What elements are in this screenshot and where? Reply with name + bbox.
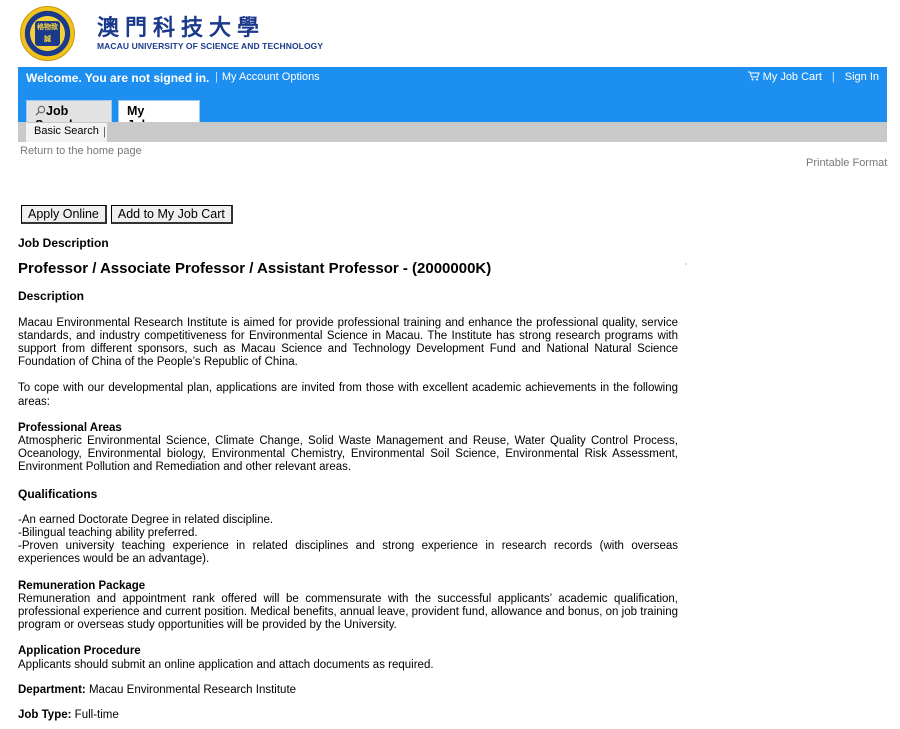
apply-online-button[interactable]: Apply Online: [21, 205, 107, 224]
university-logo[interactable]: 格物致誠 澳門科技大學 MACAU UNIVERSITY OF SCIENCE …: [20, 4, 323, 62]
subtab-basic-search[interactable]: Basic Search: [26, 123, 107, 142]
account-options-label: My Account Options: [221, 71, 320, 83]
job-cart-link[interactable]: My Job Cart: [747, 71, 822, 83]
welcome-message: Welcome. You are not signed in.: [26, 71, 210, 85]
tab-job-search[interactable]: Job Search: [26, 100, 112, 132]
divider: [685, 263, 687, 265]
return-home-link[interactable]: Return to the home page: [20, 145, 142, 157]
divider: |: [215, 71, 218, 83]
job-type-row: Job Type: Full-time: [18, 709, 678, 722]
qualification-item: -Bilingual teaching ability preferred.: [18, 527, 198, 540]
top-navigation-bar: Welcome. You are not signed in. | My Acco…: [18, 67, 887, 97]
remuneration-text: Remuneration and appointment rank offere…: [18, 592, 678, 632]
search-icon: [35, 105, 46, 116]
application-procedure-text: Applicants should submit an online appli…: [18, 658, 434, 671]
university-name-cn: 澳門科技大學: [97, 14, 266, 41]
university-name-en: MACAU UNIVERSITY OF SCIENCE AND TECHNOLO…: [97, 40, 324, 51]
printable-format-link[interactable]: Printable Format: [806, 157, 887, 169]
department-row: Department: Macau Environmental Research…: [18, 684, 678, 697]
tab-row: Job Search My Jobpage: [18, 97, 887, 132]
sign-in-link[interactable]: Sign In: [845, 71, 879, 83]
description-paragraph-2: To cope with our developmental plan, app…: [18, 382, 678, 408]
tab-my-jobpage[interactable]: My Jobpage: [118, 100, 200, 132]
job-details: Job Description Professor / Associate Pr…: [18, 236, 678, 722]
divider: |: [831, 71, 835, 83]
action-buttons: Apply Online Add to My Job Cart: [21, 205, 233, 224]
qualifications-heading: Qualifications: [18, 486, 98, 501]
qualification-item: -An earned Doctorate Degree in related d…: [18, 513, 274, 526]
topbar-right-links: My Job Cart | Sign In: [747, 71, 879, 83]
job-title: Professor / Associate Professor / Assist…: [18, 260, 492, 278]
university-seal-icon: 格物致誠: [20, 5, 75, 61]
job-cart-label: My Job Cart: [762, 71, 822, 83]
remuneration-heading: Remuneration Package: [18, 579, 146, 592]
job-type-value: Full-time: [74, 709, 119, 722]
professional-areas-text: Atmospheric Environmental Science, Clima…: [18, 435, 678, 474]
add-to-cart-button[interactable]: Add to My Job Cart: [110, 205, 233, 224]
section-label: Job Description: [18, 236, 109, 250]
department-label: Department:: [18, 683, 86, 696]
professional-areas-heading: Professional Areas: [18, 421, 122, 434]
department-value: Macau Environmental Research Institute: [88, 683, 297, 696]
seal-text: 格物致誠: [35, 20, 60, 46]
divider: |: [103, 126, 106, 138]
application-procedure-heading: Application Procedure: [18, 645, 141, 658]
university-name: 澳門科技大學 MACAU UNIVERSITY OF SCIENCE AND T…: [97, 16, 323, 51]
account-options-link[interactable]: | My Account Options: [211, 71, 320, 83]
job-type-label: Job Type:: [18, 709, 72, 722]
sub-navigation-bar: Basic Search |: [18, 122, 887, 142]
cart-icon: [747, 71, 760, 81]
description-paragraph-1: Macau Environmental Research Institute i…: [18, 316, 678, 369]
qualification-item: -Proven university teaching experience i…: [18, 540, 678, 566]
description-heading: Description: [18, 289, 85, 304]
